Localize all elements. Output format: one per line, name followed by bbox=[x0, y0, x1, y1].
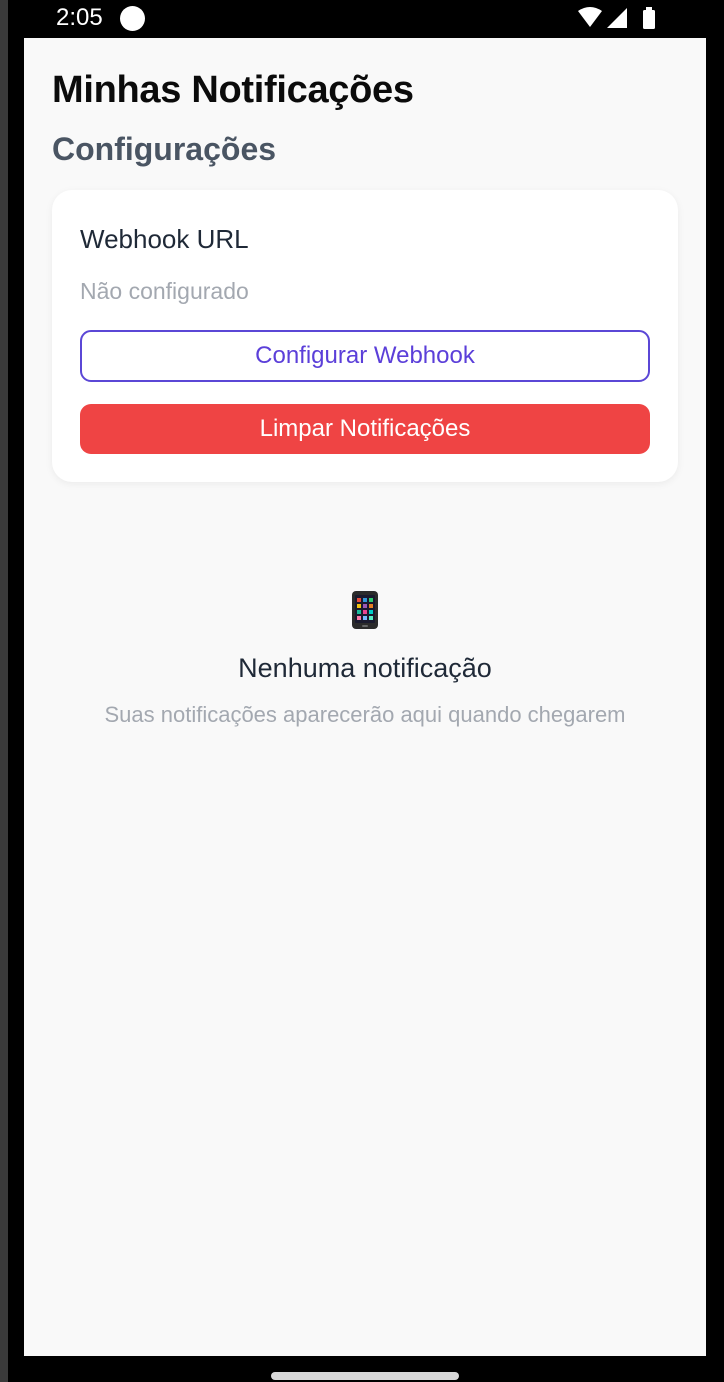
signal-icon bbox=[607, 8, 627, 28]
status-time: 2:05 bbox=[56, 4, 103, 31]
app-screen: Minhas Notificações Configurações Webhoo… bbox=[24, 38, 706, 1356]
webhook-url-value: Não configurado bbox=[80, 278, 249, 304]
mobile-phone-icon bbox=[24, 590, 706, 634]
device-frame: 2:05 Minhas Notificações Configurações W… bbox=[0, 0, 724, 1382]
device-edge bbox=[0, 0, 8, 1382]
webhook-settings-card: Webhook URL Não configurado Configurar W… bbox=[52, 190, 678, 482]
battery-icon bbox=[643, 7, 655, 29]
configure-webhook-button[interactable]: Configurar Webhook bbox=[80, 330, 650, 382]
mobile-phone-icon-graphic bbox=[352, 591, 378, 629]
empty-state-title: Nenhuma notificação bbox=[238, 653, 492, 683]
empty-state-subtitle: Suas notificações aparecerão aqui quando… bbox=[104, 702, 626, 727]
clear-notifications-button[interactable]: Limpar Notificações bbox=[80, 404, 650, 454]
notification-dot-icon bbox=[120, 6, 145, 31]
status-bar: 2:05 bbox=[24, 0, 706, 38]
status-icons bbox=[578, 7, 655, 29]
wifi-icon bbox=[578, 7, 602, 27]
page-title: Minhas Notificações bbox=[52, 69, 414, 111]
section-title: Configurações bbox=[52, 131, 277, 167]
home-indicator[interactable] bbox=[271, 1372, 459, 1380]
webhook-url-label: Webhook URL bbox=[80, 224, 249, 254]
